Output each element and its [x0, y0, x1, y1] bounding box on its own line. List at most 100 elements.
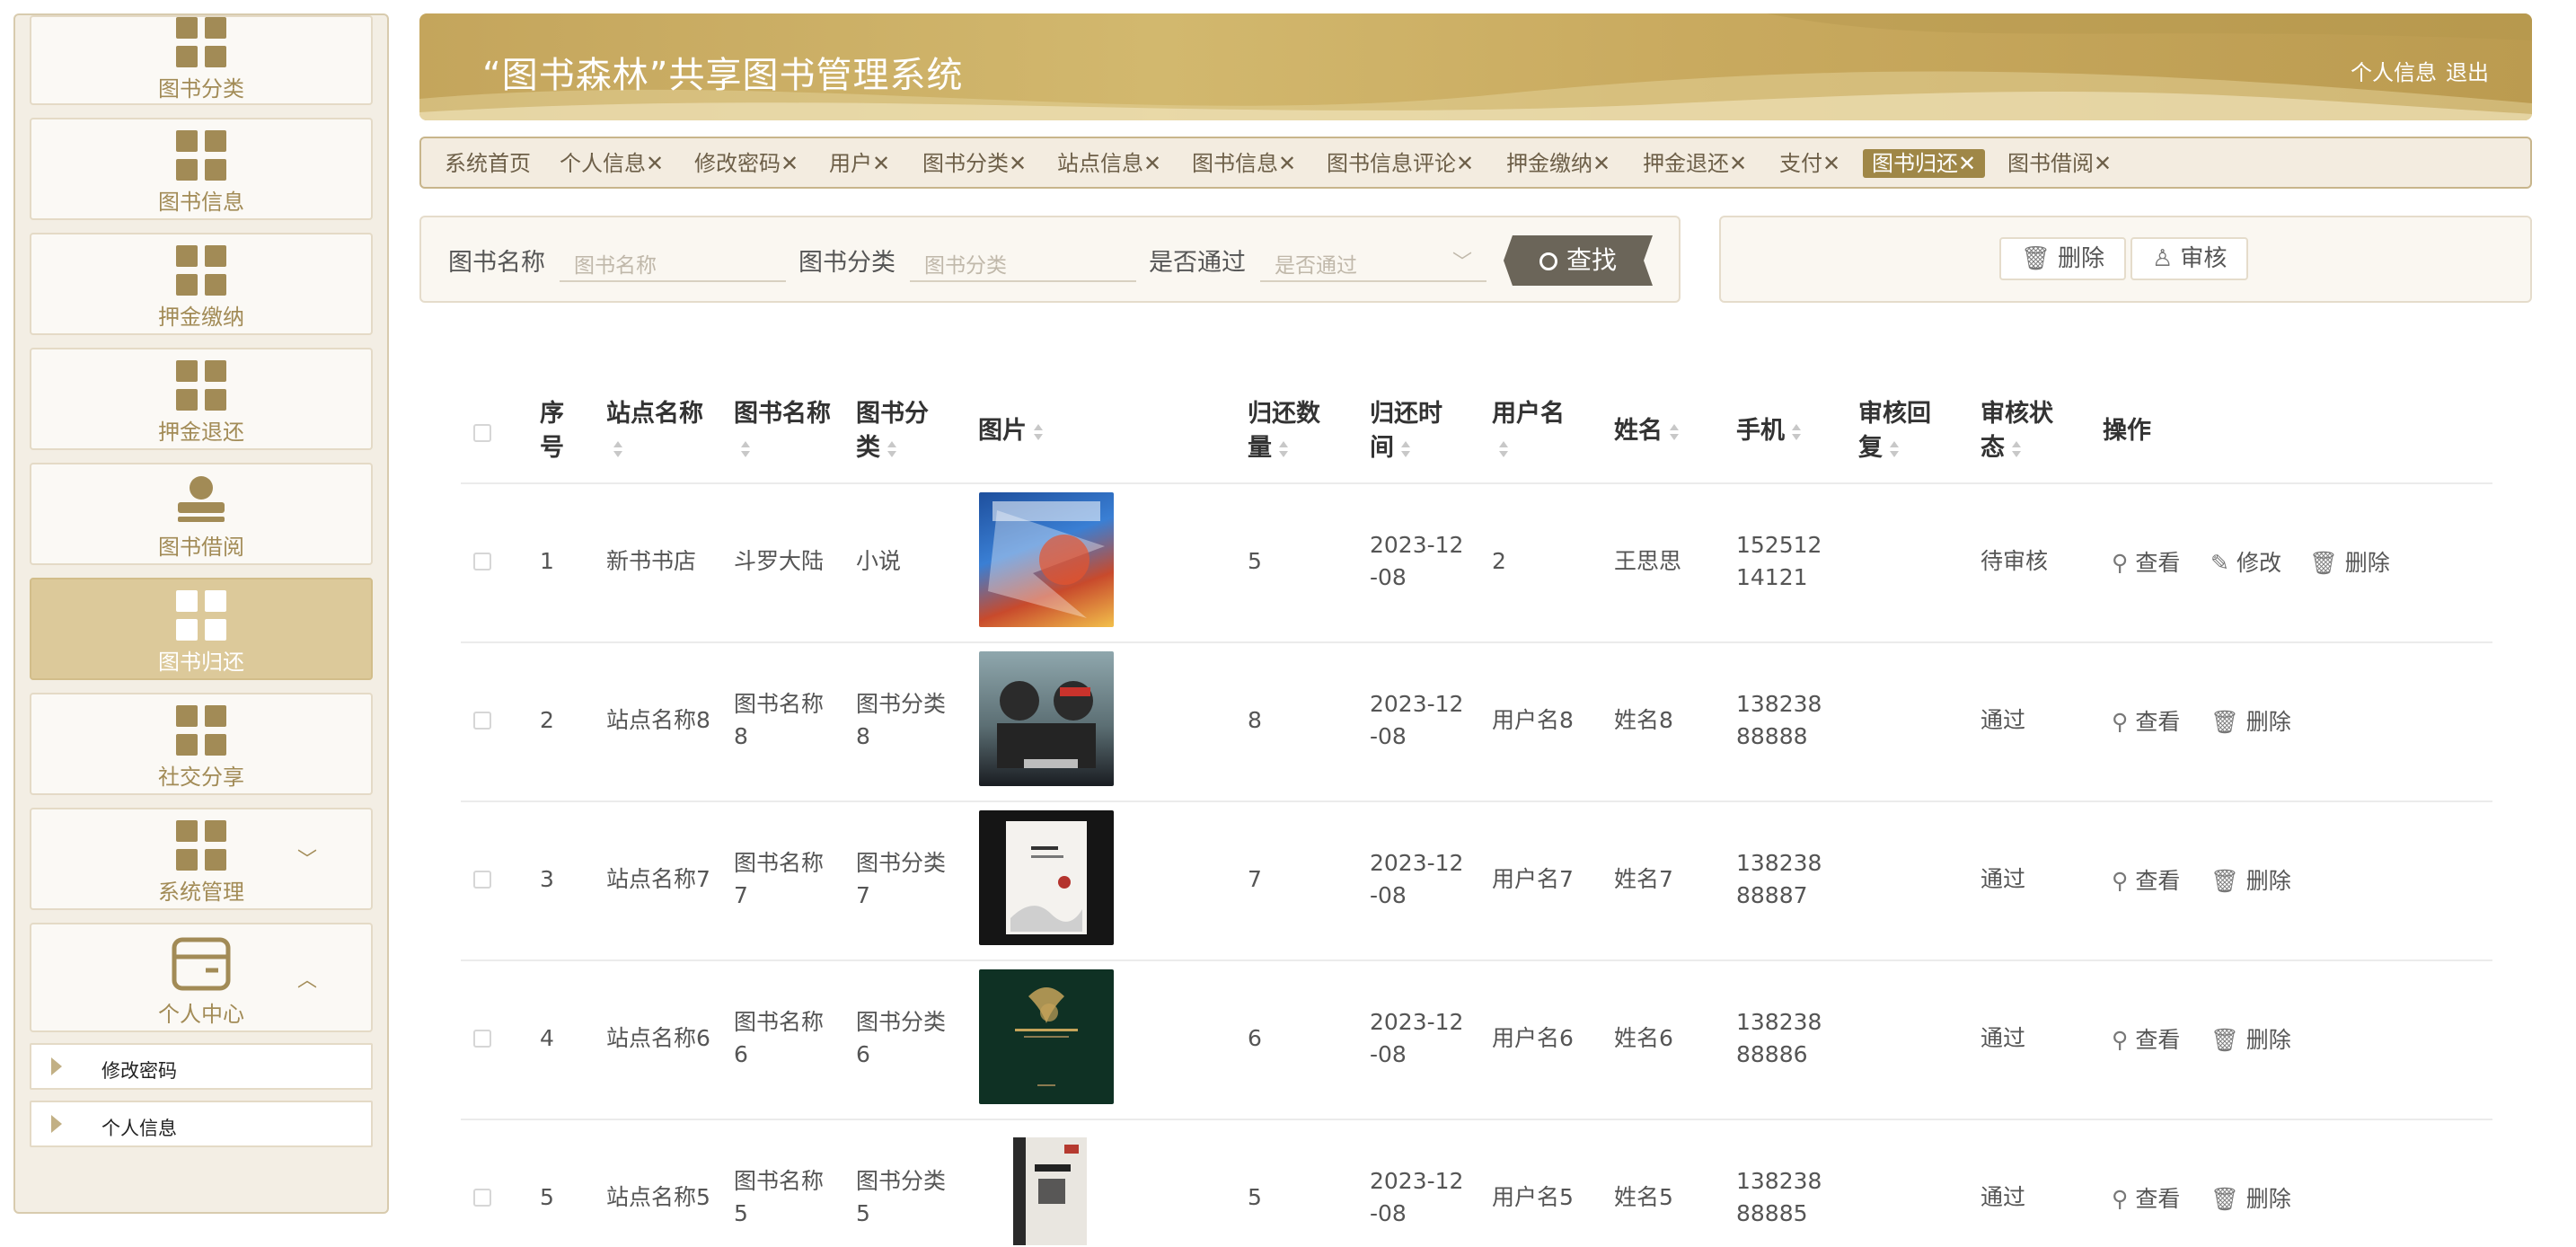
- sidebar-item-label: 系统管理: [158, 880, 244, 905]
- category-label: 图书分类: [798, 249, 895, 277]
- cell-category: 图书分类6: [856, 1009, 947, 1067]
- sidebar-item-book-category[interactable]: 图书分类: [30, 15, 373, 105]
- row-checkbox[interactable]: [473, 712, 491, 730]
- column-header-book-name[interactable]: 图书名称: [734, 397, 833, 465]
- book-name-input[interactable]: 图书名称: [560, 239, 786, 282]
- column-header-name[interactable]: 姓名: [1614, 414, 1679, 448]
- approved-placeholder: 是否通过: [1275, 254, 1357, 278]
- view-button[interactable]: ⚲ 查看: [2112, 1022, 2180, 1055]
- cell-index: 4: [540, 1025, 554, 1051]
- tab-book-borrow[interactable]: 图书借阅✕: [2007, 149, 2112, 178]
- column-header-review-status[interactable]: 审核状态: [1981, 397, 2070, 465]
- chevron-down-icon: ﹀: [296, 849, 317, 871]
- sidebar-item-deposit-refund[interactable]: 押金退还: [30, 348, 373, 450]
- header-divider: [461, 482, 2492, 484]
- sidebar-item-label: 图书分类: [158, 76, 244, 102]
- column-header-image[interactable]: 图片: [978, 414, 1043, 448]
- sidebar-item-book-return[interactable]: 图书归还: [30, 578, 373, 680]
- cell-username: 用户名5: [1492, 1184, 1574, 1210]
- cell-book-name: 图书名称5: [734, 1168, 825, 1226]
- column-header-category[interactable]: 图书分类: [856, 397, 946, 465]
- row-checkbox[interactable]: [473, 1189, 491, 1207]
- delete-button[interactable]: 🗑 删除: [2210, 704, 2291, 737]
- profile-link[interactable]: 个人信息: [2351, 60, 2437, 85]
- book-cover-image: [979, 651, 1114, 786]
- sidebar-item-book-info[interactable]: 图书信息: [30, 118, 373, 220]
- tab-book-comment[interactable]: 图书信息评论✕: [1327, 149, 1474, 178]
- chevron-down-icon: ﹀: [1451, 252, 1472, 274]
- column-header-return-time[interactable]: 归还时间: [1370, 397, 1460, 465]
- cell-review-status: 通过: [1981, 707, 2026, 733]
- column-header-phone[interactable]: 手机: [1736, 414, 1801, 448]
- tab-book-category[interactable]: 图书分类✕: [922, 149, 1027, 178]
- cell-category: 图书分类8: [856, 691, 947, 749]
- review-button[interactable]: ♙ 审核: [2130, 237, 2249, 280]
- row-checkbox[interactable]: [473, 871, 491, 889]
- tab-book-info[interactable]: 图书信息✕: [1192, 149, 1296, 178]
- category-input[interactable]: 图书分类: [910, 239, 1136, 282]
- cell-name: 姓名8: [1614, 707, 1673, 733]
- edit-button[interactable]: ✎ 修改: [2210, 545, 2281, 578]
- sort-icon: [1279, 440, 1288, 457]
- view-button[interactable]: ⚲ 查看: [2112, 704, 2180, 737]
- delete-button[interactable]: 🗑 删除: [2210, 1181, 2291, 1214]
- header-links: 个人信息 退出: [2342, 55, 2489, 86]
- delete-button[interactable]: 🗑 删除: [2210, 1022, 2291, 1055]
- grid-icon: [176, 590, 226, 641]
- delete-button[interactable]: 🗑 删除: [2210, 863, 2291, 896]
- cell-site: 新书书店: [606, 548, 697, 574]
- column-header-username[interactable]: 用户名: [1492, 397, 1582, 465]
- cell-return-qty: 7: [1248, 866, 1262, 892]
- view-button[interactable]: ⚲ 查看: [2112, 1181, 2180, 1214]
- submenu-item-change-password[interactable]: 修改密码: [30, 1043, 373, 1090]
- search-panel: 图书名称 图书名称 图书分类 图书分类 是否通过 是否通过 ﹀ 查找: [419, 216, 1681, 303]
- sidebar-item-social-share[interactable]: 社交分享: [30, 693, 373, 795]
- sort-icon: [1401, 440, 1410, 457]
- tab-deposit-refund[interactable]: 押金退还✕: [1643, 149, 1747, 178]
- sidebar-item-deposit-pay[interactable]: 押金缴纳: [30, 233, 373, 335]
- cell-return-time: 2023-12-08: [1370, 1168, 1464, 1226]
- tab-payment[interactable]: 支付✕: [1779, 149, 1840, 178]
- select-all-checkbox[interactable]: [473, 424, 491, 442]
- column-header-return-qty[interactable]: 归还数量: [1248, 397, 1337, 465]
- sidebar-item-personal-center[interactable]: 个人中心 ︿: [30, 923, 373, 1032]
- row-checkbox[interactable]: [473, 553, 491, 570]
- cell-book-name: 斗罗大陆: [734, 548, 825, 574]
- cell-return-qty: 8: [1248, 707, 1262, 733]
- column-header-index[interactable]: 序号: [540, 397, 579, 465]
- cell-site: 站点名称5: [606, 1184, 710, 1210]
- cell-return-time: 2023-12-08: [1370, 850, 1464, 908]
- column-header-site[interactable]: 站点名称: [606, 397, 723, 465]
- column-header-review-reply[interactable]: 审核回复: [1858, 397, 1948, 465]
- sidebar-item-label: 图书信息: [158, 190, 244, 215]
- cell-review-status: 通过: [1981, 866, 2026, 892]
- row-checkbox[interactable]: [473, 1030, 491, 1048]
- tab-book-return[interactable]: 图书归还✕: [1863, 149, 1986, 178]
- batch-delete-button[interactable]: 🗑 删除: [1999, 237, 2127, 280]
- cell-return-qty: 5: [1248, 1184, 1262, 1210]
- search-icon: ⚲: [2112, 868, 2129, 894]
- cell-book-name: 图书名称6: [734, 1009, 825, 1067]
- tab-bar: 系统首页 个人信息✕ 修改密码✕ 用户✕ 图书分类✕ 站点信息✕ 图书信息✕ 图…: [419, 137, 2532, 189]
- view-button[interactable]: ⚲ 查看: [2112, 545, 2180, 578]
- cell-category: 小说: [856, 548, 902, 574]
- app-root: 图书分类 图书信息 押金缴纳 押金退还 图书借阅 图书归还 社交分享 系统管理 …: [0, 0, 2576, 1247]
- sort-icon: [1034, 423, 1043, 440]
- tab-deposit-pay[interactable]: 押金缴纳✕: [1506, 149, 1610, 178]
- tab-home[interactable]: 系统首页: [445, 149, 531, 178]
- view-button[interactable]: ⚲ 查看: [2112, 863, 2180, 896]
- logout-link[interactable]: 退出: [2446, 60, 2489, 85]
- book-cover-image: [979, 969, 1114, 1104]
- approved-select[interactable]: 是否通过 ﹀: [1260, 239, 1486, 282]
- tab-personal-info[interactable]: 个人信息✕: [560, 149, 664, 178]
- search-icon: ⚲: [2112, 709, 2129, 735]
- submenu-item-personal-info[interactable]: 个人信息: [30, 1101, 373, 1147]
- tab-user[interactable]: 用户✕: [829, 149, 890, 178]
- submenu-item-label: 修改密码: [101, 1060, 177, 1082]
- sidebar-item-book-borrow[interactable]: 图书借阅: [30, 463, 373, 565]
- tab-site-info[interactable]: 站点信息✕: [1057, 149, 1161, 178]
- search-button[interactable]: 查找: [1504, 235, 1653, 286]
- delete-button[interactable]: 🗑 删除: [2309, 545, 2390, 578]
- sidebar-item-system-management[interactable]: 系统管理 ﹀: [30, 808, 373, 910]
- tab-change-password[interactable]: 修改密码✕: [694, 149, 798, 178]
